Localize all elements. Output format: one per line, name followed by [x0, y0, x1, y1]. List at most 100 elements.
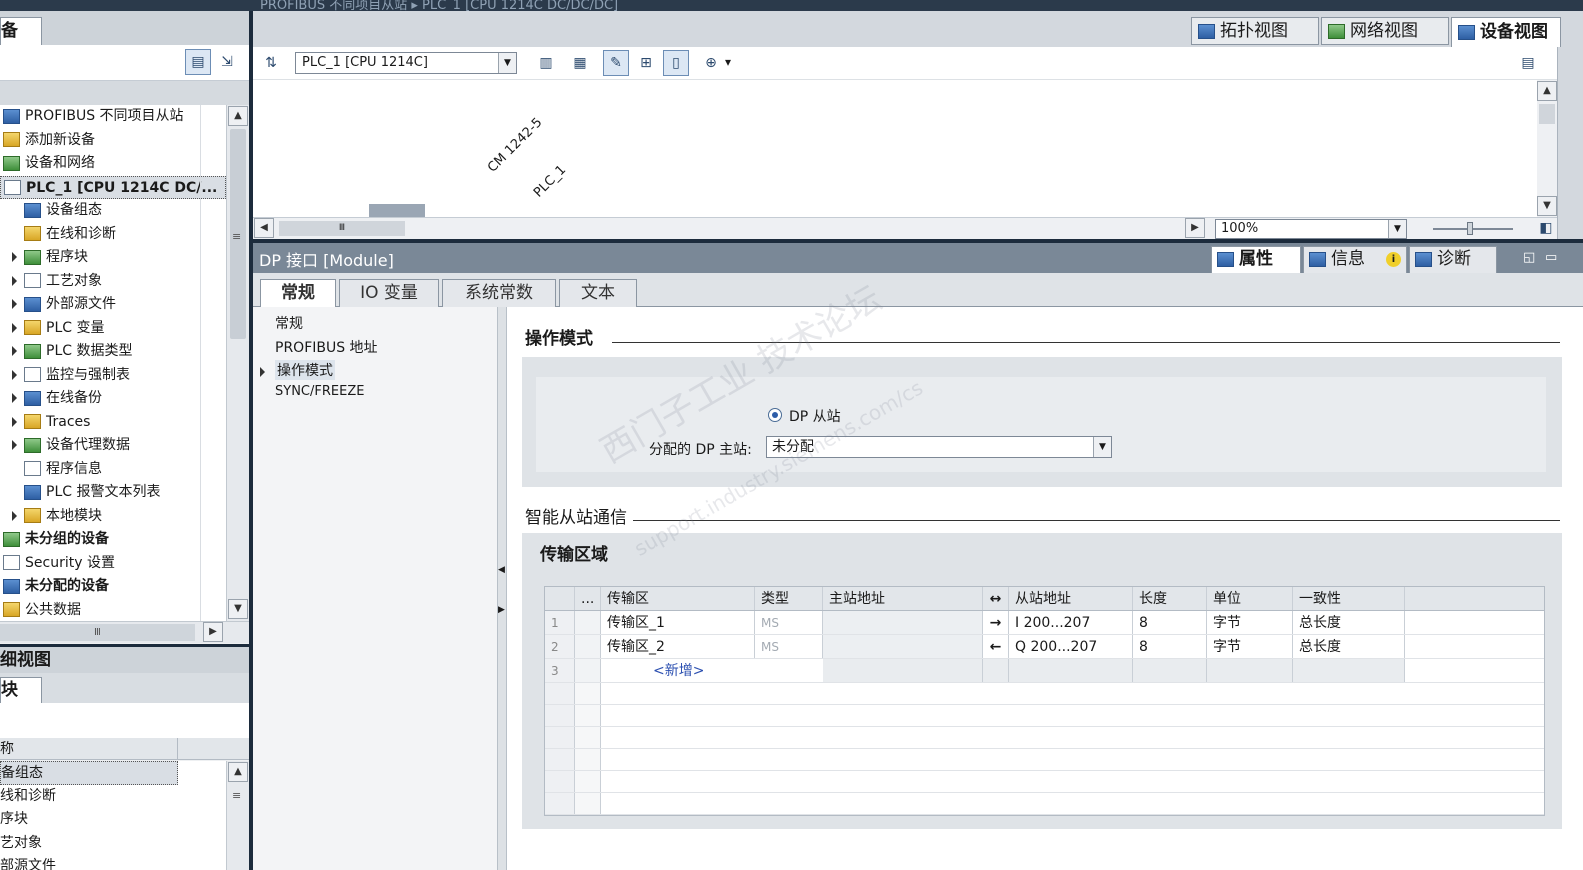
grid-cell[interactable]: 总长度	[1293, 635, 1405, 658]
expand-arrow-icon[interactable]	[12, 440, 17, 450]
expand-arrow-icon[interactable]	[12, 299, 17, 309]
grid-cell[interactable]	[1405, 635, 1544, 658]
tree-item[interactable]: 监控与强制表	[0, 364, 226, 388]
device-toggle-icon[interactable]: ⇅	[258, 50, 284, 76]
grid-cell[interactable]: 字节	[1207, 635, 1293, 658]
catalog-icon[interactable]: ▤	[1515, 50, 1541, 76]
tree-vscrollbar[interactable]: ▲ ≡ ▼	[226, 105, 249, 621]
detail-item[interactable]: 线和诊断	[0, 785, 226, 809]
module-view-icon[interactable]: ▥	[533, 50, 559, 76]
add-row[interactable]: 3 <新增>	[545, 659, 1544, 683]
tab-general[interactable]: 常规	[260, 279, 336, 308]
chevron-down-icon[interactable]: ▼	[498, 53, 516, 73]
dp-slave-radio[interactable]	[768, 408, 782, 422]
detail-item[interactable]: 序块	[0, 808, 226, 832]
tab-network-view[interactable]: 网络视图	[1321, 17, 1449, 45]
table-row[interactable]: 1 传输区_1 MS → I 200...207 8 字节 总长度	[545, 611, 1544, 635]
grid-cell[interactable]	[1133, 659, 1207, 682]
project-tree-tab[interactable]: 备	[0, 17, 42, 45]
grid-cell[interactable]	[575, 705, 601, 726]
list-view-icon[interactable]: ▤	[185, 49, 211, 75]
detail-scroll-up-icon[interactable]: ▲	[228, 762, 248, 782]
canvas-scroll-up-icon[interactable]: ▲	[1537, 81, 1557, 101]
collapse-left-icon[interactable]: ◀	[498, 565, 505, 575]
tree-item[interactable]: 添加新设备	[0, 129, 226, 153]
dp-master-select[interactable]: 未分配 ▼	[766, 436, 1112, 458]
grid-cell[interactable]	[823, 611, 983, 634]
tree-item[interactable]: 在线备份	[0, 387, 226, 411]
grid-cell[interactable]: MS	[755, 635, 823, 658]
tree-item[interactable]: 未分组的设备	[0, 528, 226, 552]
grid-cell[interactable]: →	[983, 611, 1009, 634]
expand-arrow-icon[interactable]	[12, 510, 17, 521]
detail-vscrollbar[interactable]: ▲ ≡	[226, 761, 249, 870]
grid-cell[interactable]: Q 200...207	[1009, 635, 1133, 658]
grid-cell[interactable]	[545, 793, 575, 814]
grid-cell[interactable]	[823, 635, 983, 658]
tab-io-tags[interactable]: IO 变量	[339, 279, 439, 307]
tree-item[interactable]: 在线和诊断	[0, 223, 226, 247]
tab-diagnostics[interactable]: 诊断	[1409, 246, 1497, 273]
detail-item[interactable]: 部源文件	[0, 855, 226, 870]
draw-icon[interactable]: ✎	[603, 50, 629, 76]
canvas-hscroll-thumb[interactable]: Ⅲ	[279, 221, 405, 236]
expand-right-icon[interactable]: ▶	[498, 605, 505, 615]
expand-arrow-icon[interactable]	[12, 369, 17, 380]
grid-cell[interactable]: 8	[1133, 611, 1207, 634]
tree-item[interactable]: 设备代理数据	[0, 434, 226, 458]
canvas-scroll-down-icon[interactable]: ▼	[1537, 196, 1557, 216]
column-header[interactable]: 从站地址	[1009, 587, 1133, 610]
expand-arrow-icon[interactable]	[12, 346, 17, 356]
tree-item[interactable]: PLC 报警文本列表	[0, 481, 226, 505]
grid-cell[interactable]	[545, 587, 575, 610]
zoom-slider[interactable]	[1433, 228, 1513, 230]
transfer-area-table[interactable]: ... 传输区 类型 主站地址 ↔ 从站地址 长度 单位 一致性 1 传输区_1 MS → I 200..…	[544, 586, 1545, 816]
grid-cell[interactable]	[575, 793, 601, 814]
grid-cell[interactable]: 传输区_1	[601, 611, 755, 634]
tab-device-view[interactable]: 设备视图	[1451, 17, 1561, 47]
grid-cell[interactable]: 传输区_2	[601, 635, 755, 658]
grid-cell[interactable]	[1293, 659, 1405, 682]
column-header[interactable]: 长度	[1133, 587, 1207, 610]
canvas-hscrollbar[interactable]: ◀ Ⅲ ▶ 100% ▼ ◧	[253, 217, 1557, 239]
canvas-vscroll-thumb[interactable]	[1539, 104, 1555, 124]
tab-properties[interactable]: 属性	[1211, 246, 1301, 273]
column-header[interactable]: 一致性	[1293, 587, 1405, 610]
grid-cell[interactable]	[1405, 611, 1544, 634]
grid-cell[interactable]	[575, 611, 601, 634]
detail-item[interactable]: 艺对象	[0, 832, 226, 856]
grid-cell[interactable]: 3	[545, 659, 575, 682]
tree-hscrollbar[interactable]: Ⅲ ▶	[0, 621, 249, 643]
grid-icon[interactable]: ⊞	[633, 50, 659, 76]
scroll-right-icon[interactable]: ▶	[203, 622, 223, 642]
scroll-down-icon[interactable]: ▼	[228, 599, 248, 619]
grid-cell[interactable]: 8	[1133, 635, 1207, 658]
tree-item[interactable]: Security 设置	[0, 552, 226, 576]
nav-sync-freeze[interactable]: SYNC/FREEZE	[275, 384, 364, 399]
grid-cell[interactable]	[1009, 659, 1133, 682]
column-header[interactable]: 单位	[1207, 587, 1293, 610]
grid-cell[interactable]: 1	[545, 611, 575, 634]
overview-icon[interactable]: ▯	[663, 50, 689, 76]
device-canvas[interactable]: CM 1242-5 PLC_1	[253, 80, 1537, 217]
add-new-link[interactable]: <新增>	[601, 659, 761, 682]
canvas-scroll-right-icon[interactable]: ▶	[1185, 218, 1205, 238]
zoom-chevron-down-icon[interactable]: ▼	[1388, 220, 1406, 238]
grid-cell[interactable]	[545, 727, 575, 748]
column-header[interactable]: 主站地址	[823, 587, 983, 610]
tree-item[interactable]: 设备组态	[0, 199, 226, 223]
expand-arrow-icon[interactable]	[12, 393, 17, 403]
column-header[interactable]: 传输区	[601, 587, 755, 610]
grid-cell[interactable]	[575, 749, 601, 770]
nav-expand-icon[interactable]	[260, 364, 272, 380]
master-chevron-down-icon[interactable]: ▼	[1093, 437, 1111, 457]
task-card-strip[interactable]	[1557, 47, 1583, 239]
detail-tab-blocks[interactable]: 块	[0, 677, 42, 703]
rack-module[interactable]	[369, 204, 425, 217]
tree-item[interactable]: PLC 变量	[0, 317, 226, 341]
grid-cell[interactable]	[983, 659, 1009, 682]
zoom-slider-handle[interactable]	[1467, 222, 1473, 235]
grid-cell[interactable]	[575, 635, 601, 658]
zoom-icon[interactable]: ⊕	[698, 50, 724, 76]
tree-item[interactable]: 工艺对象	[0, 270, 226, 294]
